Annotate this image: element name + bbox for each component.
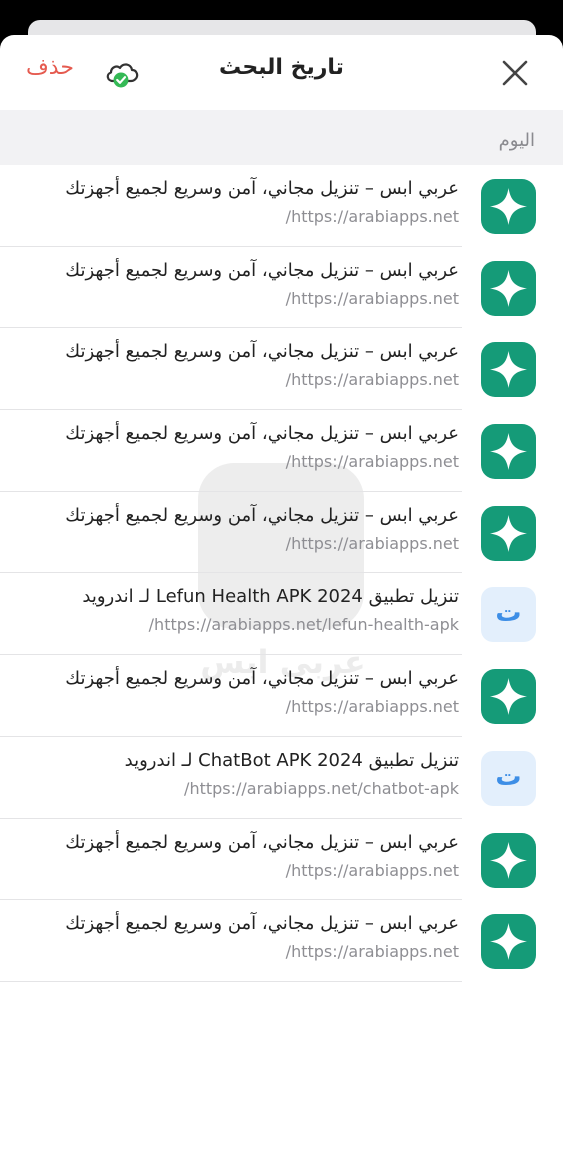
history-item-url: https://arabiapps.net/ (285, 942, 459, 962)
search-history-sheet: حذف تاريخ البحث اليوم عربي ابس عربي ابس … (0, 35, 563, 1153)
sparkle-icon (481, 179, 536, 234)
sparkle-icon (481, 832, 536, 888)
close-icon[interactable] (500, 58, 530, 88)
history-item-title: عربي ابس – تنزيل مجاني، آمن وسريع لجميع … (65, 178, 459, 199)
letter-icon: ت (481, 587, 536, 643)
history-item-title: عربي ابس – تنزيل مجاني، آمن وسريع لجميع … (65, 913, 459, 935)
letter-icon: ت (481, 750, 536, 806)
section-header-today: اليوم (0, 110, 563, 165)
history-item-url: https://arabiapps.net/ (285, 207, 459, 226)
history-item-title: عربي ابس – تنزيل مجاني، آمن وسريع لجميع … (65, 504, 459, 526)
history-item-url: https://arabiapps.net/ (285, 288, 459, 308)
history-item-title: عربي ابس – تنزيل مجاني، آمن وسريع لجميع … (65, 668, 459, 690)
history-item[interactable]: عربي ابس – تنزيل مجاني، آمن وسريع لجميع … (0, 247, 563, 329)
history-item-title: عربي ابس – تنزيل مجاني، آمن وسريع لجميع … (65, 341, 459, 363)
history-item-title: تنزيل تطبيق ChatBot APK 2024 لـ اندرويد (124, 749, 459, 771)
history-item-url: https://arabiapps.net/ (285, 697, 459, 717)
history-item-title: عربي ابس – تنزيل مجاني، آمن وسريع لجميع … (65, 831, 459, 853)
sparkle-icon (481, 505, 536, 561)
history-item[interactable]: عربي ابس – تنزيل مجاني، آمن وسريع لجميع … (0, 492, 563, 574)
history-item[interactable]: عربي ابس – تنزيل مجاني، آمن وسريع لجميع … (0, 328, 563, 411)
history-item[interactable]: عربي ابس – تنزيل مجاني، آمن وسريع لجميع … (0, 410, 563, 492)
sheet-header: حذف تاريخ البحث (0, 35, 563, 110)
divider (0, 980, 462, 982)
history-item-url: https://arabiapps.net/ (285, 533, 459, 553)
section-label: اليوم (498, 130, 535, 151)
history-item-url: https://arabiapps.net/ (285, 370, 459, 390)
history-item[interactable]: ت تنزيل تطبيق ChatBot APK 2024 لـ اندرويد… (0, 737, 563, 819)
sparkle-icon (481, 424, 536, 480)
history-item-url: https://arabiapps.net/lefun-health-apk/ (148, 615, 459, 635)
history-item[interactable]: عربي ابس – تنزيل مجاني، آمن وسريع لجميع … (0, 900, 563, 982)
page-title: تاريخ البحث (219, 55, 344, 80)
sparkle-icon (481, 669, 536, 725)
history-item[interactable]: عربي ابس – تنزيل مجاني، آمن وسريع لجميع … (0, 819, 563, 901)
history-item[interactable]: عربي ابس – تنزيل مجاني، آمن وسريع لجميع … (0, 165, 563, 247)
history-list: عربي ابس – تنزيل مجاني، آمن وسريع لجميع … (0, 165, 563, 982)
sparkle-icon (481, 914, 536, 970)
history-item-url: https://arabiapps.net/chatbot-apk/ (184, 778, 459, 798)
history-item-title: تنزيل تطبيق Lefun Health APK 2024 لـ اند… (82, 586, 459, 608)
sparkle-icon (481, 260, 536, 316)
history-item[interactable]: عربي ابس – تنزيل مجاني، آمن وسريع لجميع … (0, 655, 563, 737)
history-item[interactable]: ت تنزيل تطبيق Lefun Health APK 2024 لـ ان… (0, 573, 563, 656)
sparkle-icon (481, 342, 536, 398)
history-item-title: عربي ابس – تنزيل مجاني، آمن وسريع لجميع … (65, 423, 459, 445)
history-item-url: https://arabiapps.net/ (285, 860, 459, 880)
history-item-url: https://arabiapps.net/ (285, 452, 459, 472)
history-item-title: عربي ابس – تنزيل مجاني، آمن وسريع لجميع … (65, 259, 459, 281)
